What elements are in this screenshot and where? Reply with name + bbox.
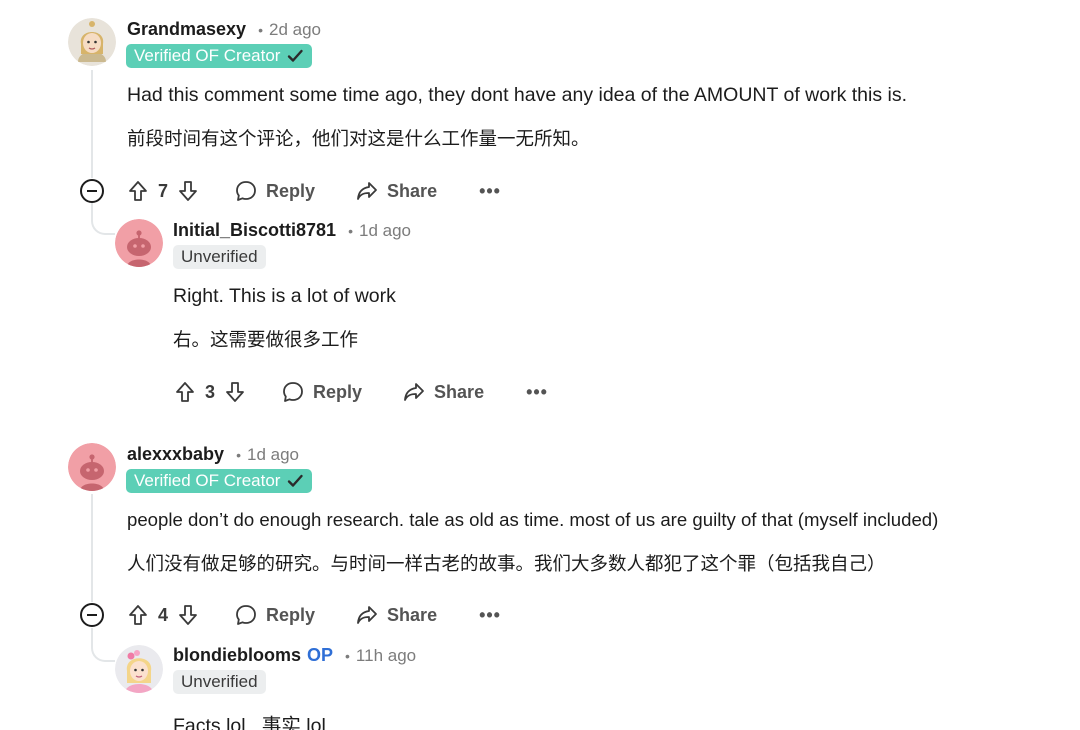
op-badge: OP	[307, 645, 334, 665]
speech-bubble-icon	[283, 382, 303, 402]
flair-label: Verified OF Creator	[134, 471, 281, 490]
thread-line-2	[91, 494, 93, 602]
share-button[interactable]: Share	[355, 603, 437, 627]
downvote-arrow-icon	[179, 181, 197, 201]
username[interactable]: Grandmasexy	[127, 19, 246, 40]
thread-elbow-2	[91, 628, 115, 662]
timestamp[interactable]: 11h ago	[356, 646, 416, 666]
downvote-arrow-icon	[226, 382, 244, 402]
avatar[interactable]	[68, 18, 116, 66]
flair-label: Unverified	[181, 672, 258, 691]
user-flair: Verified OF Creator	[126, 44, 313, 68]
timestamp[interactable]: 2d ago	[269, 20, 321, 40]
separator-dot: •	[236, 446, 241, 463]
comment-body-translation: 人们没有做足够的研究。与时间一样古老的故事。我们大多数人都犯了这个罪（包括我自己…	[127, 554, 886, 575]
downvote-arrow-icon	[179, 605, 197, 625]
avatar[interactable]	[68, 443, 116, 491]
reply-button[interactable]: Reply	[281, 380, 362, 404]
reply-label: Reply	[313, 381, 363, 402]
reply-button[interactable]: Reply	[234, 603, 315, 627]
share-label: Share	[434, 381, 485, 402]
share-label: Share	[387, 180, 438, 201]
thread-elbow-1	[91, 203, 115, 235]
comment-meta: Grandmasexy • 2d ago	[127, 19, 321, 40]
comment-body-translation: 前段时间有这个评论，他们对这是什么工作量一无所知。	[127, 129, 590, 150]
upvote-arrow-icon	[176, 382, 194, 402]
flair-label: Unverified	[181, 247, 258, 266]
reply-label: Reply	[266, 180, 316, 201]
comment-actions: 7 Reply Share •••	[126, 174, 501, 208]
upvote-arrow-icon	[129, 605, 147, 625]
checkmark-icon	[288, 474, 304, 487]
thread-line-1	[91, 70, 93, 178]
downvote-button[interactable]	[176, 603, 200, 627]
speech-bubble-icon	[236, 605, 256, 625]
downvote-button[interactable]	[176, 179, 200, 203]
share-arrow-icon	[357, 606, 377, 624]
avatar[interactable]	[115, 645, 163, 693]
separator-dot: •	[258, 21, 263, 38]
speech-bubble-icon	[236, 181, 256, 201]
collapse-thread-button[interactable]	[80, 179, 104, 203]
comment-meta: alexxxbaby • 1d ago	[127, 444, 299, 465]
more-options-button[interactable]: •••	[526, 382, 548, 403]
timestamp[interactable]: 1d ago	[359, 221, 411, 241]
comment-meta: Initial_Biscotti8781 • 1d ago	[173, 220, 411, 241]
share-button[interactable]: Share	[355, 179, 437, 203]
comment-actions: 4 Reply Share •••	[126, 598, 501, 632]
comment-meta: blondieblooms OP • 11h ago	[173, 645, 416, 666]
more-options-button[interactable]: •••	[479, 605, 501, 626]
user-flair: Unverified	[173, 670, 266, 694]
vote-count: 7	[158, 180, 169, 201]
share-arrow-icon	[404, 383, 424, 401]
comment-actions: 3 Reply Share •••	[173, 375, 548, 409]
user-flair: Verified OF Creator	[126, 469, 313, 493]
comment-body: Had this comment some time ago, they don…	[127, 84, 907, 106]
username[interactable]: blondieblooms	[173, 645, 301, 666]
vote-count: 4	[158, 604, 169, 625]
flair-label: Verified OF Creator	[134, 46, 281, 65]
more-options-button[interactable]: •••	[479, 181, 501, 202]
username[interactable]: Initial_Biscotti8781	[173, 220, 336, 241]
share-label: Share	[387, 604, 438, 625]
timestamp[interactable]: 1d ago	[247, 445, 299, 465]
upvote-arrow-icon	[129, 181, 147, 201]
vote-count: 3	[205, 381, 216, 402]
upvote-button[interactable]	[126, 179, 150, 203]
share-arrow-icon	[357, 182, 377, 200]
comment-body: people don’t do enough research. tale as…	[127, 509, 939, 530]
reply-button[interactable]: Reply	[234, 179, 315, 203]
reply-label: Reply	[266, 604, 316, 625]
username[interactable]: alexxxbaby	[127, 444, 224, 465]
user-flair: Unverified	[173, 245, 266, 269]
checkmark-icon	[288, 49, 304, 62]
separator-dot: •	[348, 222, 353, 239]
comment-body: Right. This is a lot of work	[173, 285, 396, 307]
separator-dot: •	[345, 647, 350, 664]
downvote-button[interactable]	[223, 380, 247, 404]
collapse-thread-button[interactable]	[80, 603, 104, 627]
comment-body: Facts lol 事实 lol	[173, 715, 326, 730]
upvote-button[interactable]	[126, 603, 150, 627]
comment-body-translation: 右。这需要做很多工作	[173, 330, 359, 351]
upvote-button[interactable]	[173, 380, 197, 404]
avatar[interactable]	[115, 219, 163, 267]
share-button[interactable]: Share	[402, 380, 484, 404]
